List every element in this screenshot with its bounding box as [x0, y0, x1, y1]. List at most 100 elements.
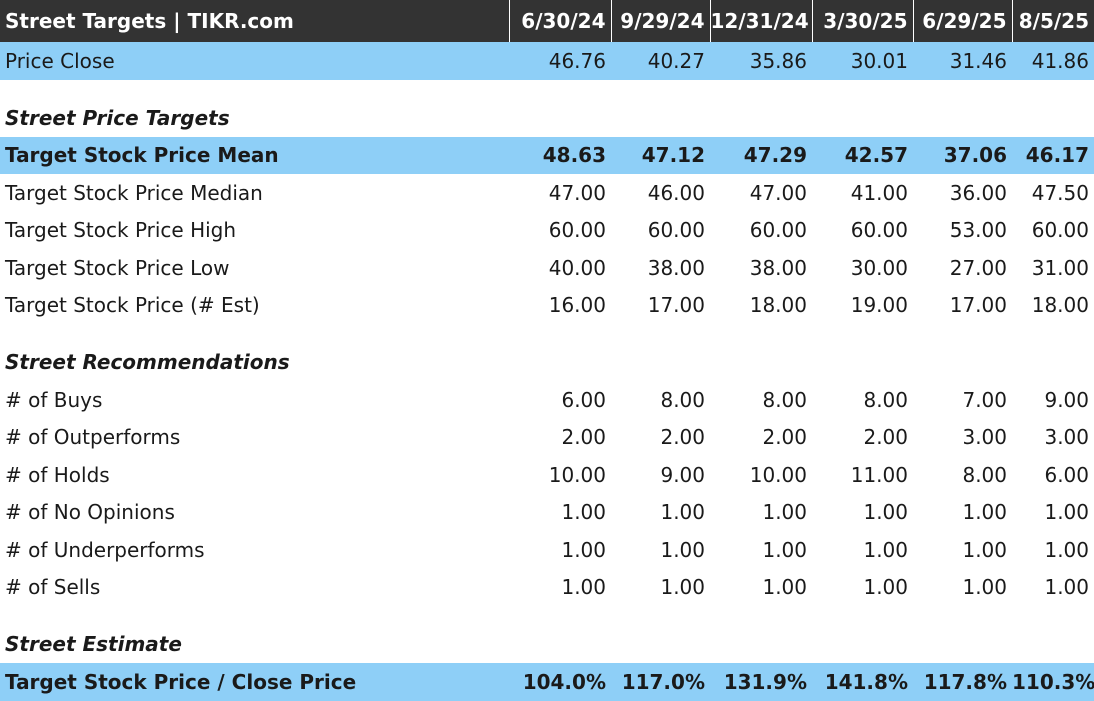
cell-value: 36.00 — [949, 180, 1007, 205]
cell-value: 47.12 — [641, 143, 705, 168]
table-row: Target Stock Price High 60.00 60.00 60.0… — [0, 212, 1094, 250]
section-row: Street Estimate — [0, 606, 1094, 663]
street-targets-table: Street Targets | TIKR.com 6/30/24 9/29/2… — [0, 0, 1094, 701]
cell-value: 17.00 — [647, 293, 705, 318]
cell-value: 7.00 — [962, 387, 1007, 412]
table-row: # of Holds 10.00 9.00 10.00 11.00 8.00 6… — [0, 456, 1094, 494]
cell-value: 30.00 — [850, 255, 908, 280]
date-header: 9/29/24 — [611, 0, 711, 42]
cell-value: 60.00 — [850, 218, 908, 243]
section-title-estimate: Street Estimate — [5, 632, 182, 656]
cell-value: 2.00 — [561, 425, 606, 450]
row-label: # of Outperforms — [5, 425, 181, 450]
row-label: # of Buys — [5, 387, 103, 412]
cell-value: 3.00 — [1044, 425, 1089, 450]
cell-value: 30.01 — [850, 48, 908, 73]
row-label: Target Stock Price High — [5, 218, 237, 243]
cell-value: 48.63 — [542, 143, 606, 168]
cell-value: 38.00 — [647, 255, 705, 280]
cell-value: 1.00 — [660, 575, 705, 600]
date-header: 6/29/25 — [913, 0, 1013, 42]
cell-value: 9.00 — [660, 462, 705, 487]
cell-value: 1.00 — [863, 575, 908, 600]
cell-value: 110.3% — [1012, 669, 1094, 694]
cell-value: 18.00 — [749, 293, 807, 318]
row-label: # of Underperforms — [5, 537, 205, 562]
cell-value: 10.00 — [548, 462, 606, 487]
price-close-row: Price Close 46.76 40.27 35.86 30.01 31.4… — [0, 42, 1094, 80]
cell-value: 3.00 — [962, 425, 1007, 450]
row-label: Target Stock Price Median — [5, 180, 263, 205]
cell-value: 60.00 — [1031, 218, 1089, 243]
cell-value: 1.00 — [660, 537, 705, 562]
section-row: Street Price Targets — [0, 80, 1094, 137]
cell-value: 117.0% — [621, 669, 705, 694]
cell-value: 31.46 — [949, 48, 1007, 73]
cell-value: 8.00 — [962, 462, 1007, 487]
cell-value: 1.00 — [762, 500, 807, 525]
date-header: 3/30/25 — [812, 0, 914, 42]
table-row: # of Underperforms 1.00 1.00 1.00 1.00 1… — [0, 531, 1094, 569]
row-label: Target Stock Price (# Est) — [5, 293, 260, 318]
table-row: Target Stock Price Median 47.00 46.00 47… — [0, 174, 1094, 212]
date-header: 12/31/24 — [710, 0, 813, 42]
cell-value: 46.76 — [548, 48, 606, 73]
cell-value: 46.00 — [647, 180, 705, 205]
cell-value: 53.00 — [949, 218, 1007, 243]
cell-value: 2.00 — [762, 425, 807, 450]
cell-value: 1.00 — [762, 575, 807, 600]
cell-value: 47.50 — [1031, 180, 1089, 205]
cell-value: 42.57 — [844, 143, 908, 168]
cell-value: 1.00 — [1044, 500, 1089, 525]
cell-value: 8.00 — [762, 387, 807, 412]
cell-value: 6.00 — [1044, 462, 1089, 487]
cell-value: 1.00 — [561, 500, 606, 525]
cell-value: 1.00 — [561, 575, 606, 600]
cell-value: 47.00 — [749, 180, 807, 205]
cell-value: 40.00 — [548, 255, 606, 280]
cell-value: 141.8% — [824, 669, 908, 694]
cell-value: 41.00 — [850, 180, 908, 205]
cell-value: 131.9% — [723, 669, 807, 694]
table-row: Target Stock Price Mean 48.63 47.12 47.2… — [0, 136, 1094, 174]
cell-value: 8.00 — [660, 387, 705, 412]
row-label: Price Close — [5, 48, 115, 73]
cell-value: 41.86 — [1031, 48, 1089, 73]
date-header: 8/5/25 — [1018, 9, 1089, 33]
table-row: # of No Opinions 1.00 1.00 1.00 1.00 1.0… — [0, 494, 1094, 532]
cell-value: 27.00 — [949, 255, 1007, 280]
cell-value: 31.00 — [1031, 255, 1089, 280]
table-row: # of Outperforms 2.00 2.00 2.00 2.00 3.0… — [0, 419, 1094, 457]
cell-value: 17.00 — [949, 293, 1007, 318]
cell-value: 16.00 — [548, 293, 606, 318]
cell-value: 37.06 — [943, 143, 1007, 168]
section-row: Street Recommendations — [0, 324, 1094, 381]
cell-value: 8.00 — [863, 387, 908, 412]
cell-value: 11.00 — [850, 462, 908, 487]
cell-value: 1.00 — [660, 500, 705, 525]
table-row: Target Stock Price (# Est) 16.00 17.00 1… — [0, 287, 1094, 325]
row-label: # of Sells — [5, 575, 101, 600]
cell-value: 35.86 — [749, 48, 807, 73]
cell-value: 60.00 — [749, 218, 807, 243]
cell-value: 1.00 — [561, 537, 606, 562]
cell-value: 6.00 — [561, 387, 606, 412]
cell-value: 2.00 — [863, 425, 908, 450]
cell-value: 1.00 — [962, 500, 1007, 525]
header-row: Street Targets | TIKR.com 6/30/24 9/29/2… — [0, 0, 1094, 42]
table-row: Target Stock Price Low 40.00 38.00 38.00… — [0, 249, 1094, 287]
cell-value: 40.27 — [647, 48, 705, 73]
cell-value: 47.29 — [743, 143, 807, 168]
cell-value: 117.8% — [923, 669, 1007, 694]
cell-value: 1.00 — [1044, 537, 1089, 562]
cell-value: 18.00 — [1031, 293, 1089, 318]
row-label: Target Stock Price / Close Price — [5, 669, 357, 694]
cell-value: 10.00 — [749, 462, 807, 487]
cell-value: 60.00 — [548, 218, 606, 243]
section-title-targets: Street Price Targets — [5, 105, 230, 130]
cell-value: 9.00 — [1044, 387, 1089, 412]
row-label: # of Holds — [5, 462, 110, 487]
table-title: Street Targets | TIKR.com — [0, 0, 510, 42]
table-row: # of Sells 1.00 1.00 1.00 1.00 1.00 1.00 — [0, 569, 1094, 607]
cell-value: 38.00 — [749, 255, 807, 280]
